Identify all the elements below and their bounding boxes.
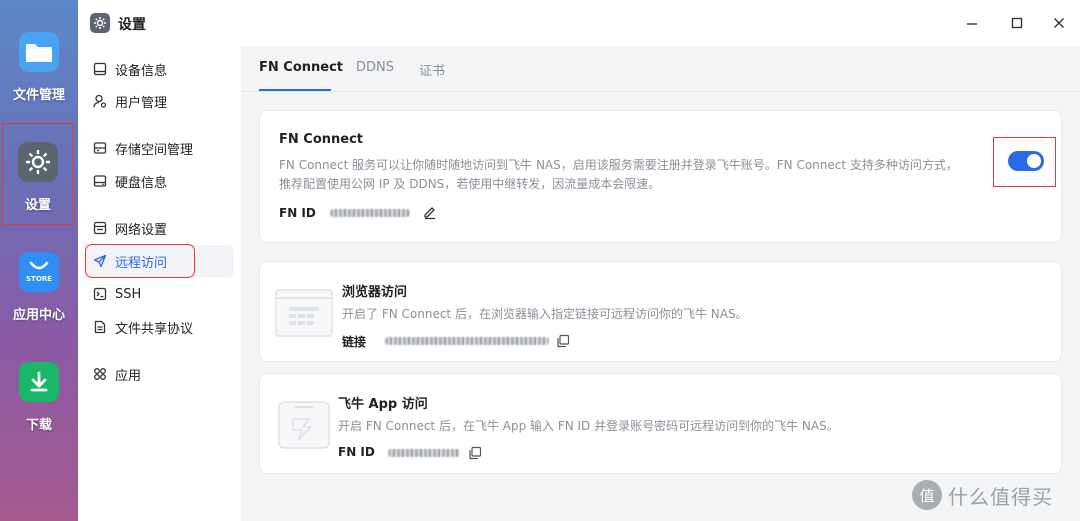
- fn-connect-toggle[interactable]: [1008, 151, 1044, 171]
- toggle-knob: [1027, 154, 1041, 168]
- tab-ddns[interactable]: DDNS: [356, 60, 394, 75]
- document-icon: [92, 319, 108, 335]
- store-icon: STORE: [19, 252, 59, 292]
- fn-connect-card: FN Connect FN Connect 服务可以让你随时随地访问到飞牛 NA…: [259, 110, 1062, 243]
- sidebar-item-storage[interactable]: 存储空间管理: [86, 132, 234, 164]
- dock-label-app-center: 应用中心: [12, 308, 65, 323]
- sidebar-item-label: 远程访问: [115, 255, 168, 271]
- settings-sidebar: 设备信息 用户管理 存储空间管理 硬盘信息 网络设置 远程访问 SSH 文件共享…: [78, 46, 240, 521]
- toggle-highlight: [993, 137, 1056, 187]
- terminal-icon: [92, 286, 108, 302]
- sidebar-item-label: 硬盘信息: [115, 175, 168, 191]
- device-icon: [92, 61, 108, 77]
- minimize-button[interactable]: [962, 13, 982, 33]
- dock-label-settings: 设置: [24, 198, 51, 213]
- maximize-button[interactable]: [1007, 13, 1027, 33]
- fn-id-label: FN ID: [279, 206, 316, 220]
- sidebar-item-device-info[interactable]: 设备信息: [86, 53, 234, 85]
- sidebar-item-label: 存储空间管理: [115, 142, 194, 158]
- sidebar-item-network[interactable]: 网络设置: [86, 212, 234, 244]
- window-titlebar[interactable]: 设置: [78, 0, 1080, 46]
- app-access-description: 开启 FN Connect 后，在飞牛 App 输入 FN ID 并登录账号密码…: [338, 419, 839, 433]
- user-icon: [92, 93, 108, 109]
- folder-icon: [19, 32, 59, 72]
- desktop-dock: 文件管理 设置 STORE 应用中心 下载: [0, 0, 78, 521]
- browser-illustration-icon: [275, 289, 333, 337]
- app-fn-id-label: FN ID: [338, 445, 375, 459]
- storage-icon: [92, 140, 108, 156]
- sidebar-item-label: 文件共享协议: [115, 321, 194, 337]
- dock-label-download: 下载: [25, 418, 52, 433]
- sidebar-item-label: 设备信息: [115, 63, 168, 79]
- close-button[interactable]: [1049, 13, 1069, 33]
- send-icon: [92, 253, 108, 269]
- copy-link-button[interactable]: [556, 333, 570, 348]
- sidebar-item-user-management[interactable]: 用户管理: [86, 85, 234, 117]
- app-access-card: 飞牛 App 访问 开启 FN Connect 后，在飞牛 App 输入 FN …: [259, 373, 1062, 474]
- sidebar-item-label: 网络设置: [115, 222, 168, 238]
- fn-id-value-redacted: [330, 209, 410, 217]
- dock-label-files: 文件管理: [12, 88, 65, 103]
- settings-content: FN Connect DDNS 证书 FN Connect FN Connect…: [241, 46, 1080, 521]
- settings-window: 设置 设备信息 用户管理 存储空间管理 硬盘信息 网络设置 远程访问 SSH 文…: [78, 0, 1080, 521]
- sidebar-item-apps[interactable]: 应用: [86, 358, 234, 390]
- dock-item-settings[interactable]: 设置: [2, 123, 74, 225]
- window-title: 设置: [118, 17, 146, 33]
- app-fn-id-value-redacted: [388, 449, 460, 457]
- app-illustration-icon: [275, 401, 333, 449]
- watermark-logo: 值: [912, 480, 942, 510]
- pencil-icon: [424, 207, 435, 220]
- disk-icon: [92, 173, 108, 189]
- sidebar-item-label: 用户管理: [115, 95, 168, 111]
- watermark-text: 什么值得买: [948, 484, 1053, 509]
- maximize-icon: [1011, 17, 1023, 29]
- apps-icon: [92, 366, 108, 382]
- dock-item-download[interactable]: 下载: [0, 362, 78, 433]
- network-icon: [92, 220, 108, 236]
- download-icon: [19, 362, 59, 402]
- copy-icon: [557, 334, 570, 348]
- tab-bar: FN Connect DDNS 证书: [241, 46, 1080, 92]
- copy-icon: [469, 446, 482, 460]
- dock-item-files[interactable]: 文件管理: [0, 32, 78, 103]
- link-value-redacted: [385, 337, 549, 345]
- minimize-icon: [967, 23, 977, 25]
- watermark: 值 什么值得买: [912, 480, 1053, 510]
- fn-connect-description-line2: 推荐配置使用公网 IP 及 DDNS，若使用中继转发，因流量成本会限速。: [279, 177, 661, 191]
- sidebar-item-file-sharing[interactable]: 文件共享协议: [86, 311, 234, 343]
- store-badge: STORE: [26, 275, 52, 283]
- browser-access-description: 开启了 FN Connect 后，在浏览器输入指定链接可远程访问你的飞牛 NAS…: [342, 307, 748, 321]
- sidebar-item-ssh[interactable]: SSH: [86, 278, 234, 310]
- tab-divider: [241, 91, 1080, 92]
- app-access-title: 飞牛 App 访问: [338, 397, 428, 412]
- sidebar-item-disk-info[interactable]: 硬盘信息: [86, 165, 234, 197]
- gear-icon: [18, 142, 58, 182]
- sidebar-item-label: SSH: [115, 286, 142, 302]
- copy-fn-id-button[interactable]: [468, 445, 482, 460]
- fn-connect-description-line1: FN Connect 服务可以让你随时随地访问到飞牛 NAS，启用该服务需要注册…: [279, 158, 958, 172]
- browser-access-title: 浏览器访问: [342, 285, 408, 300]
- tab-certificate[interactable]: 证书: [419, 60, 445, 79]
- sidebar-item-label: 应用: [115, 368, 142, 384]
- edit-fn-id-button[interactable]: [422, 204, 438, 220]
- fn-connect-title: FN Connect: [279, 132, 364, 147]
- tab-fn-connect[interactable]: FN Connect: [259, 60, 343, 75]
- dock-item-app-center[interactable]: STORE 应用中心: [0, 252, 78, 323]
- browser-access-card: 浏览器访问 开启了 FN Connect 后，在浏览器输入指定链接可远程访问你的…: [259, 261, 1062, 362]
- settings-app-icon: [90, 13, 110, 33]
- close-icon: [1054, 18, 1064, 28]
- link-label: 链接: [342, 335, 367, 349]
- sidebar-item-remote-access[interactable]: 远程访问: [85, 244, 195, 278]
